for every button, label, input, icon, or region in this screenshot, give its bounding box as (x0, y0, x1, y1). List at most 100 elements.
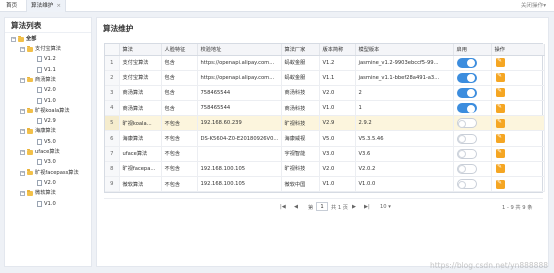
tree-group[interactable]: − 旷视koala算法 (5, 107, 91, 116)
first-page-button[interactable]: |◀ (280, 204, 286, 210)
cell-enabled (453, 100, 492, 117)
collapse-toggle-icon[interactable]: − (20, 150, 25, 155)
edit-icon[interactable] (495, 72, 505, 83)
edit-icon[interactable] (495, 179, 505, 189)
enable-toggle[interactable] (456, 163, 477, 174)
collapse-toggle-icon[interactable]: − (11, 37, 16, 42)
cell-url: 758465544 (197, 85, 282, 102)
tree-version-item[interactable]: V3.0 (5, 158, 85, 167)
tree-root[interactable]: − 全部 (5, 35, 85, 44)
tree-version-label: V1.1 (44, 66, 56, 73)
tree-version-item[interactable]: V1.2 (5, 55, 85, 64)
cell-enabled (453, 130, 492, 147)
panel-title: 算法维护 (103, 24, 134, 33)
edit-icon[interactable] (495, 118, 505, 128)
folder-icon (27, 190, 33, 196)
tree-version-label: V1.2 (44, 56, 56, 63)
table-row[interactable]: 5 旷视koala... 不包含 192.168.60.239 旷视科技 V2.9 2.9.… (105, 115, 545, 132)
page-size-select[interactable]: 10 ▾ (380, 204, 391, 210)
toggle-knob (458, 165, 466, 174)
prev-page-button[interactable]: ◀ (294, 204, 298, 210)
tree-group[interactable]: − 旷视facepass算法 (5, 169, 91, 178)
tab-home[interactable]: 首页 (6, 0, 17, 12)
cell-algo: 旷视koala... (119, 115, 162, 132)
cell-model: V2.0.2 (355, 161, 454, 178)
enable-toggle[interactable] (456, 103, 477, 114)
enable-toggle[interactable] (456, 57, 477, 68)
edit-icon[interactable] (495, 133, 505, 144)
enable-toggle[interactable] (456, 133, 477, 144)
cell-vendor: 宇视智能 (281, 146, 320, 162)
collapse-toggle-icon[interactable]: − (20, 47, 25, 52)
table-row[interactable]: 3 商汤算法 包含 758465544 商汤科技 V2.0 2 (105, 85, 545, 102)
folder-icon (27, 169, 33, 176)
enable-toggle[interactable] (456, 72, 477, 83)
cell-ver: V2.0 (319, 85, 356, 102)
next-page-button[interactable]: ▶ (352, 204, 356, 210)
cell-enabled (453, 85, 492, 102)
table-row[interactable]: 1 支付宝算法 包含 https://openapi.alipay.com... 蚂蚁金… (105, 55, 545, 71)
tree-group-label: uface算法 (35, 149, 60, 155)
cell-ver: V2.9 (319, 115, 356, 132)
collapse-toggle-icon[interactable]: − (20, 170, 25, 176)
enable-toggle[interactable] (456, 87, 477, 98)
toggle-knob (458, 150, 466, 159)
tree-root-label: 全部 (26, 36, 37, 42)
cell-url: https://openapi.alipay.com... (197, 55, 282, 71)
tab-algorithm-maintenance[interactable]: 算法维护 × (26, 0, 67, 12)
folder-icon (27, 76, 33, 83)
tree-version-label: V2.0 (44, 179, 56, 186)
collapse-toggle-icon[interactable]: − (20, 129, 25, 135)
tree-group[interactable]: − 微软算法 (5, 189, 91, 198)
collapse-toggle-icon[interactable]: − (20, 191, 25, 197)
cell-idx: 4 (105, 100, 120, 117)
edit-icon[interactable] (495, 87, 505, 98)
table-row[interactable]: 7 uface算法 不包含 宇视智能 V3.0 V3.6 (105, 146, 545, 162)
cell-vendor: 海康威视 (281, 130, 320, 147)
table-row[interactable]: 2 支付宝算法 包含 https://openapi.alipay.com... 蚂蚁金… (105, 70, 545, 86)
cell-model: V5.3.5.46 (355, 130, 454, 147)
tree-version-item[interactable]: V2.9 (5, 117, 85, 126)
edit-icon[interactable] (495, 57, 505, 68)
edit-icon[interactable] (495, 163, 505, 174)
tree-version-label: V5.0 (44, 138, 56, 145)
enable-toggle[interactable] (456, 118, 477, 129)
page-input[interactable]: 1 (316, 202, 328, 211)
tree-version-item[interactable]: V1.0 (5, 97, 85, 106)
tree-group[interactable]: − 海康算法 (5, 127, 91, 136)
cell-idx: 6 (105, 130, 120, 147)
tree-version-item[interactable]: V1.1 (5, 66, 85, 75)
last-page-button[interactable]: ▶| (364, 204, 370, 210)
cell-feature: 包含 (161, 100, 198, 117)
tree-group[interactable]: − 支付宝算法 (5, 45, 91, 54)
edit-icon[interactable] (495, 103, 505, 113)
file-icon (37, 97, 42, 104)
cell-ver: V3.0 (319, 146, 356, 162)
enable-toggle[interactable] (456, 148, 477, 159)
tree-version-item[interactable]: V1.0 (5, 200, 85, 209)
tree-version-item[interactable]: V5.0 (5, 138, 85, 147)
table-row[interactable]: 6 海康算法 不包含 DS-K5604-Z0-E20180926V0... 海康威视 V5… (105, 130, 545, 147)
cell-url: DS-K5604-Z0-E20180926V0... (197, 130, 282, 147)
table-row[interactable]: 8 旷视facepa... 不包含 192.168.100.105 旷视科技 V2.0 V2… (105, 161, 545, 178)
tree-version-item[interactable]: V2.0 (5, 86, 85, 95)
enable-toggle[interactable] (456, 179, 477, 190)
tab-label: 算法维护 (31, 3, 54, 9)
table-row[interactable]: 9 微软算法 不包含 192.168.100.105 微软中国 V1.0 V1.0.0 (105, 176, 545, 193)
collapse-toggle-icon[interactable]: − (20, 108, 25, 114)
file-icon (37, 200, 42, 207)
collapse-toggle-icon[interactable]: − (20, 77, 25, 83)
tree-version-item[interactable]: V2.0 (5, 179, 85, 188)
table-row[interactable]: 4 商汤算法 包含 758465544 商汤科技 V1.0 1 (105, 100, 545, 117)
tree-version-label: V1.0 (44, 200, 56, 207)
cell-ver: V1.0 (319, 176, 356, 193)
tree-group[interactable]: − uface算法 (5, 148, 91, 157)
tree-group-label: 旷视koala算法 (35, 107, 70, 114)
tree-group[interactable]: − 商汤算法 (5, 76, 91, 85)
close-icon[interactable]: × (56, 3, 61, 9)
edit-icon[interactable] (495, 148, 505, 159)
cell-algo: 商汤算法 (119, 100, 162, 117)
close-operations-dropdown[interactable]: 关闭操作▾ (521, 0, 546, 12)
cell-algo: 商汤算法 (119, 85, 162, 102)
tree-group-label: 支付宝算法 (35, 46, 61, 52)
